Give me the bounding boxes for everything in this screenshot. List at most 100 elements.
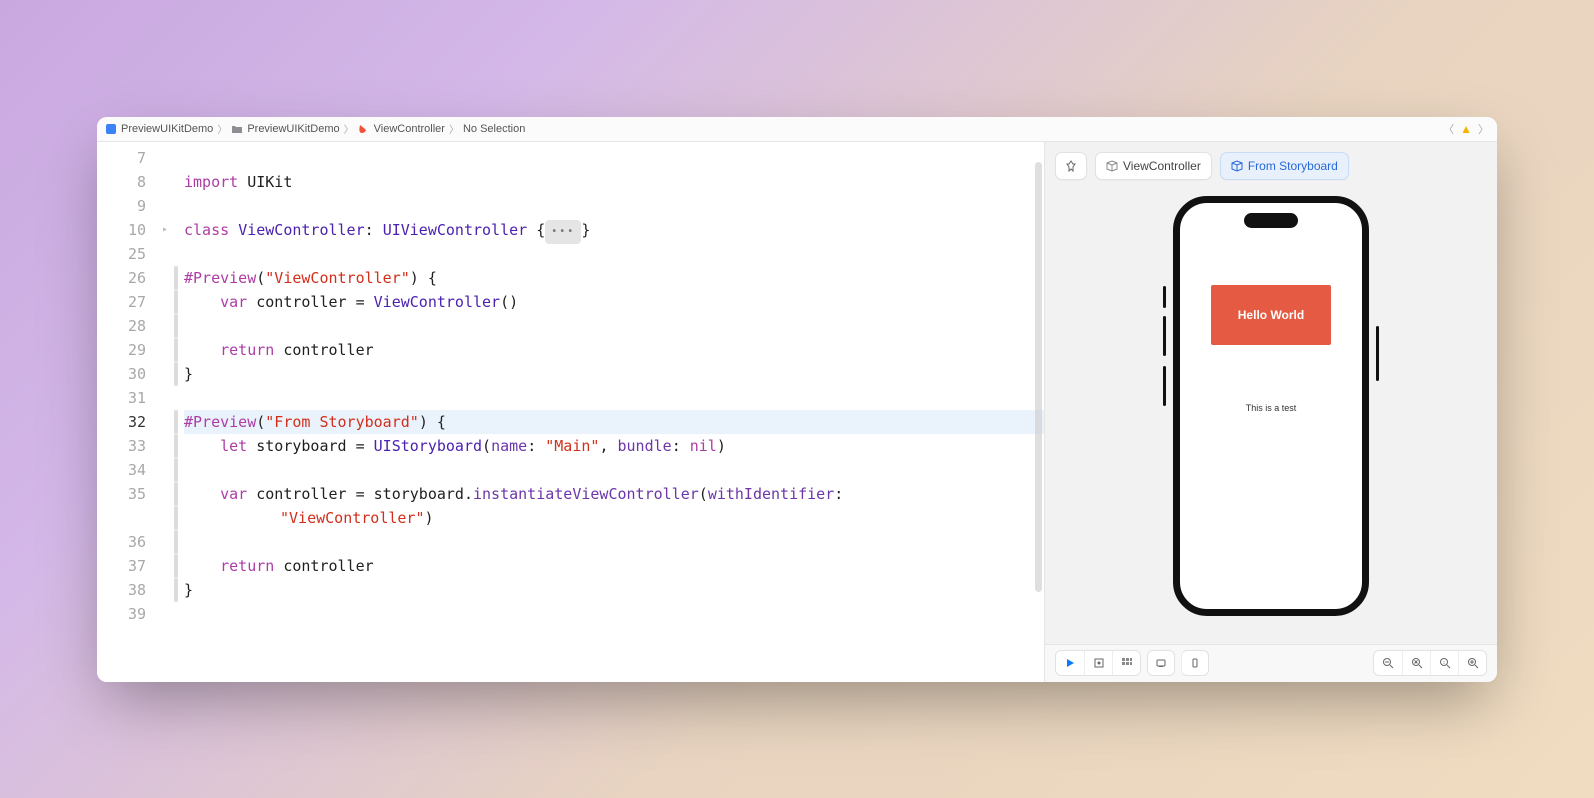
fold-indicator bbox=[162, 314, 174, 338]
code-line[interactable] bbox=[184, 146, 1044, 170]
chevron-right-icon[interactable]: 〉 bbox=[1478, 121, 1489, 137]
fold-indicator bbox=[162, 530, 174, 554]
line-number: 38 bbox=[97, 578, 156, 602]
code-line[interactable] bbox=[184, 242, 1044, 266]
code-line[interactable] bbox=[184, 602, 1044, 626]
app-icon bbox=[105, 123, 117, 135]
fold-indicator bbox=[162, 146, 174, 170]
code-line[interactable]: } bbox=[184, 362, 1044, 386]
preview-pane: ViewController From Storyboard He bbox=[1044, 142, 1497, 682]
code-line[interactable]: return controller bbox=[184, 554, 1044, 578]
code-line[interactable]: #Preview("From Storyboard") { bbox=[184, 410, 1044, 434]
chevron-left-icon[interactable]: 〈 bbox=[1443, 121, 1454, 137]
device-side-button bbox=[1376, 326, 1379, 381]
preview-mode-group bbox=[1055, 650, 1141, 676]
fold-indicator bbox=[162, 602, 174, 626]
fold-indicator bbox=[162, 410, 174, 434]
code-line[interactable]: } bbox=[184, 578, 1044, 602]
code-line[interactable] bbox=[184, 530, 1044, 554]
main-split: 78910252627282930313233343536373839 ▸ im… bbox=[97, 142, 1497, 682]
device-settings-button[interactable] bbox=[1147, 650, 1175, 676]
code-line[interactable]: "ViewController") bbox=[184, 506, 1044, 530]
code-line[interactable] bbox=[184, 386, 1044, 410]
pin-button[interactable] bbox=[1055, 152, 1087, 180]
svg-text:1: 1 bbox=[1442, 660, 1445, 665]
breadcrumb-item-folder[interactable]: PreviewUIKitDemo bbox=[231, 123, 339, 135]
pin-icon bbox=[1065, 160, 1077, 172]
line-number: 37 bbox=[97, 554, 156, 578]
code-line[interactable]: let storyboard = UIStoryboard(name: "Mai… bbox=[184, 434, 1044, 458]
breadcrumb-item-file[interactable]: ViewController bbox=[358, 123, 445, 135]
line-number: 30 bbox=[97, 362, 156, 386]
fold-indicator bbox=[162, 362, 174, 386]
line-number: 29 bbox=[97, 338, 156, 362]
selectable-button[interactable] bbox=[1084, 651, 1112, 675]
fold-indicator bbox=[162, 434, 174, 458]
zoom-group: 1 bbox=[1373, 650, 1487, 676]
variants-button[interactable] bbox=[1112, 651, 1140, 675]
code-line[interactable]: #Preview("ViewController") { bbox=[184, 266, 1044, 290]
preview-tab-storyboard[interactable]: From Storyboard bbox=[1220, 152, 1349, 180]
code-line[interactable]: var controller = ViewController() bbox=[184, 290, 1044, 314]
breadcrumb-item-selection[interactable]: No Selection bbox=[463, 123, 525, 135]
line-number: 35 bbox=[97, 482, 156, 506]
fold-ellipsis[interactable]: ••• bbox=[545, 220, 581, 244]
breadcrumb-label: No Selection bbox=[463, 123, 525, 135]
chevron-right-icon: 〉 bbox=[344, 121, 354, 136]
breadcrumb-label: PreviewUIKitDemo bbox=[121, 123, 213, 135]
cube-icon bbox=[1231, 160, 1243, 172]
line-number: 36 bbox=[97, 530, 156, 554]
zoom-out-button[interactable] bbox=[1374, 651, 1402, 675]
line-number: 9 bbox=[97, 194, 156, 218]
code-line[interactable]: return controller bbox=[184, 338, 1044, 362]
preview-toolbar: 1 bbox=[1045, 644, 1497, 682]
breadcrumb-item-project[interactable]: PreviewUIKitDemo bbox=[105, 123, 213, 135]
fold-indicator bbox=[162, 578, 174, 602]
preview-tab-label: ViewController bbox=[1123, 159, 1201, 173]
device-side-button bbox=[1163, 286, 1166, 308]
zoom-actual-button[interactable]: 1 bbox=[1430, 651, 1458, 675]
code-line[interactable]: import UIKit bbox=[184, 170, 1044, 194]
fold-indicator bbox=[162, 506, 174, 530]
code-area[interactable]: import UIKit class ViewController: UIView… bbox=[178, 142, 1044, 682]
code-line[interactable] bbox=[184, 314, 1044, 338]
preview-tab-viewcontroller[interactable]: ViewController bbox=[1095, 152, 1212, 180]
line-number: 10 bbox=[97, 218, 156, 242]
fold-indicator bbox=[162, 194, 174, 218]
line-number: 39 bbox=[97, 602, 156, 626]
line-number: 32 bbox=[97, 410, 156, 434]
device-side-button bbox=[1163, 316, 1166, 356]
line-number: 25 bbox=[97, 242, 156, 266]
code-line[interactable]: var controller = storyboard.instantiateV… bbox=[184, 482, 1044, 506]
warning-icon[interactable]: ▲ bbox=[1460, 122, 1472, 136]
line-number bbox=[97, 506, 156, 530]
fold-indicator bbox=[162, 338, 174, 362]
zoom-fit-button[interactable] bbox=[1402, 651, 1430, 675]
code-line[interactable] bbox=[184, 458, 1044, 482]
line-number: 26 bbox=[97, 266, 156, 290]
chevron-right-icon: 〉 bbox=[449, 121, 459, 136]
fold-indicator bbox=[162, 482, 174, 506]
fold-indicator[interactable]: ▸ bbox=[162, 218, 174, 242]
fold-column: ▸ bbox=[162, 142, 174, 682]
code-line[interactable] bbox=[184, 194, 1044, 218]
play-button[interactable] bbox=[1056, 651, 1084, 675]
orientation-button[interactable] bbox=[1181, 650, 1209, 676]
line-number: 8 bbox=[97, 170, 156, 194]
code-editor[interactable]: 78910252627282930313233343536373839 ▸ im… bbox=[97, 142, 1044, 682]
swift-icon bbox=[358, 123, 370, 135]
device-side-button bbox=[1163, 366, 1166, 406]
code-line[interactable]: class ViewController: UIViewController {… bbox=[184, 218, 1044, 242]
line-number: 33 bbox=[97, 434, 156, 458]
zoom-in-button[interactable] bbox=[1458, 651, 1486, 675]
vertical-scrollbar[interactable] bbox=[1035, 162, 1042, 592]
breadcrumb-label: ViewController bbox=[374, 123, 445, 135]
fold-indicator bbox=[162, 386, 174, 410]
breadcrumb-bar: PreviewUIKitDemo 〉 PreviewUIKitDemo 〉 Vi… bbox=[97, 117, 1497, 142]
fold-indicator bbox=[162, 266, 174, 290]
hello-world-box: Hello World bbox=[1211, 285, 1331, 345]
preview-tab-label: From Storyboard bbox=[1248, 159, 1338, 173]
cube-icon bbox=[1106, 160, 1118, 172]
device-canvas[interactable]: Hello World This is a test bbox=[1045, 190, 1497, 644]
hello-label: Hello World bbox=[1238, 308, 1304, 322]
